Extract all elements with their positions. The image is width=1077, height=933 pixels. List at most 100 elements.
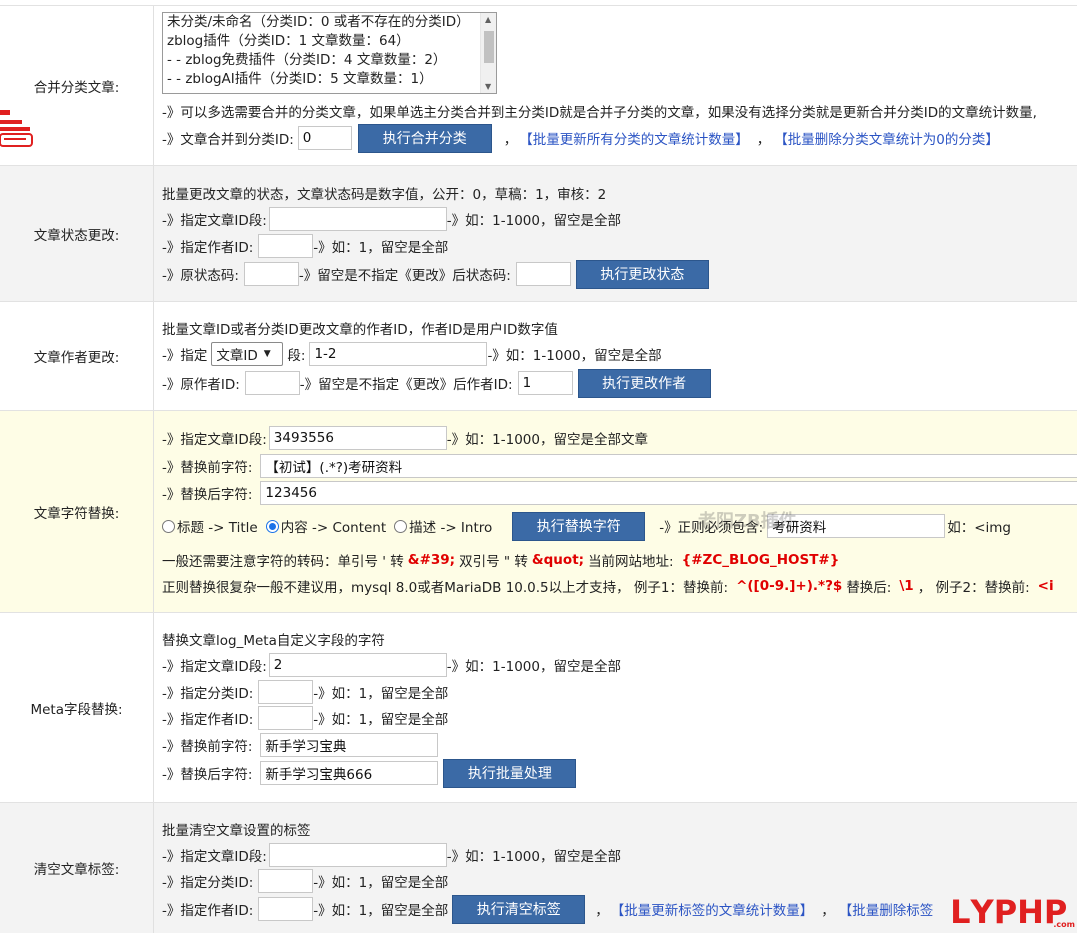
author-scope-label: -》指定 [162,348,208,364]
tags-label: 清空文章标签: [0,803,154,933]
author-scope-value: 文章ID [216,348,258,364]
replace-after-input[interactable] [260,481,1077,505]
meta-after-input[interactable] [260,761,439,785]
meta-id-input[interactable] [268,653,447,677]
regex-example-after: \1 [899,578,914,594]
replace-id-label: -》指定文章ID段: [162,432,267,448]
author-scope-mid: 段: [287,348,306,364]
escape-note-mid: 双引号 " 转 [459,554,528,570]
status-old-input[interactable] [243,262,299,286]
meta-desc: 替换文章log_Meta自定义字段的字符 [162,633,385,649]
category-option[interactable]: zblog插件（分类ID：1 文章数量：64） [163,32,496,51]
meta-category-input[interactable] [258,680,314,704]
clear-tags-button[interactable]: 执行清空标签 [452,894,586,924]
meta-category-label: -》指定分类ID: [162,686,254,702]
regex-example2-before: <i [1037,578,1054,594]
escape-note: 一般还需要注意字符的转码：单引号 ' 转 [162,554,404,570]
radio-intro[interactable] [394,519,408,533]
radio-intro-label[interactable]: 描述 -> Intro [409,516,492,536]
replace-id-hint: -》如：1-1000，留空是全部文章 [446,432,648,448]
meta-category-hint: -》如：1，留空是全部 [313,686,449,702]
new-author-input[interactable] [517,371,573,395]
logo-letter: L [950,893,971,931]
listbox-scrollbar[interactable]: ▲ ▼ [480,13,496,93]
radio-title[interactable] [162,519,175,533]
meta-after-label: -》替换后字符: [162,767,253,783]
category-option[interactable]: 未分类/未命名（分类ID：0 或者不存在的分类ID） [163,13,496,32]
watermark: 老阳ZB插件 [698,511,797,532]
meta-author-input[interactable] [258,706,314,730]
author-range-input[interactable] [309,342,488,366]
meta-label: Meta字段替换: [0,613,154,802]
radio-content[interactable] [265,519,279,533]
tags-category-label: -》指定分类ID: [162,875,254,891]
change-status-button[interactable]: 执行更改状态 [575,259,709,289]
logo-letter: H [1017,893,1044,931]
meta-author-label: -》指定作者ID: [162,712,254,728]
regex-note: 正则替换很复杂一般不建议用，mysql 8.0或者MariaDB 10.0.5以… [162,580,729,596]
merge-section: 合并分类文章: 未分类/未命名（分类ID：0 或者不存在的分类ID） zblog… [0,5,1077,165]
meta-author-hint: -》如：1，留空是全部 [313,712,449,728]
change-author-button[interactable]: 执行更改作者 [577,368,711,398]
tags-author-hint: -》如：1，留空是全部 [313,903,449,919]
old-author-label: -》原作者ID: [162,377,240,393]
meta-id-hint: -》如：1-1000，留空是全部 [446,659,621,675]
status-old-label: -》原状态码: [162,268,239,284]
escape-code-single: &#39; [407,552,456,568]
status-new-input[interactable] [515,262,571,286]
tags-author-label: -》指定作者ID: [162,903,254,919]
tags-desc: 批量清空文章设置的标签 [162,823,311,839]
scrollbar-thumb[interactable] [484,31,494,63]
replace-label: 文章字符替换: [0,411,154,612]
chevron-down-icon: ▼ [263,349,271,359]
merge-target-input[interactable] [297,126,352,150]
author-scope-select[interactable]: 文章ID ▼ [211,342,284,366]
category-option[interactable]: - - zblog免费插件（分类ID：4 文章数量：2） [163,51,496,70]
replace-button[interactable]: 执行替换字符 [512,511,646,541]
replace-after-label: -》替换后字符: [162,487,253,503]
tags-author-input[interactable] [258,897,314,921]
update-tag-count-link[interactable]: 【批量更新标签的文章统计数量】 [611,899,814,919]
old-author-input[interactable] [244,371,300,395]
tags-category-input[interactable] [258,869,314,893]
radio-title-label[interactable]: 标题 -> Title [177,516,258,536]
status-author-input[interactable] [258,234,314,258]
separator: ， [821,903,835,919]
new-author-label: -》留空是不指定《更改》后作者ID: [299,377,513,393]
meta-before-label: -》替换前字符: [162,739,253,755]
delete-tag-link[interactable]: 【批量删除标签 [839,899,934,919]
tags-id-input[interactable] [268,843,447,867]
separator: ， [756,132,771,148]
update-category-count-link[interactable]: 【批量更新所有分类的文章统计数量】 [519,128,749,148]
merge-hint: -》可以多选需要合并的分类文章，如果单选主分类合并到主分类ID就是合并子分类的文… [162,105,1037,121]
status-author-hint: -》如：1，留空是全部 [313,240,449,256]
category-option[interactable]: - - zblogAI插件（分类ID：5 文章数量：1） [163,70,496,89]
logo-letter: Y [970,893,994,931]
author-range-hint: -》如：1-1000，留空是全部 [487,348,662,364]
meta-batch-button[interactable]: 执行批量处理 [443,758,577,788]
replace-before-input[interactable] [260,454,1077,478]
status-author-label: -》指定作者ID: [162,240,254,256]
status-id-range-label: -》指定文章ID段: [162,213,267,229]
radio-content-label[interactable]: 内容 -> Content [281,516,386,536]
delete-empty-category-link[interactable]: 【批量删除分类文章统计为0的分类】 [774,128,999,148]
scroll-up-icon[interactable]: ▲ [485,15,491,24]
merge-button[interactable]: 执行合并分类 [357,123,492,153]
regex-hint: 如：<img [947,520,1011,536]
meta-section: Meta字段替换: 替换文章log_Meta自定义字段的字符 -》指定文章ID段… [0,612,1077,802]
status-id-range-input[interactable] [268,207,447,231]
replace-id-input[interactable] [268,426,447,450]
author-section: 文章作者更改: 批量文章ID或者分类ID更改文章的作者ID，作者ID是用户ID数… [0,301,1077,410]
author-label: 文章作者更改: [0,302,154,410]
status-section: 文章状态更改: 批量更改文章的状态，文章状态码是数字值，公开：0，草稿：1，审核… [0,165,1077,301]
tags-section: 清空文章标签: 批量清空文章设置的标签 -》指定文章ID段: -》如：1-100… [0,802,1077,933]
host-code: {#ZC_BLOG_HOST#} [681,552,840,568]
logo-domain: .com [1053,920,1075,929]
category-listbox[interactable]: 未分类/未命名（分类ID：0 或者不存在的分类ID） zblog插件（分类ID：… [162,12,497,94]
scroll-down-icon[interactable]: ▼ [485,82,491,91]
status-desc: 批量更改文章的状态，文章状态码是数字值，公开：0，草稿：1，审核：2 [162,187,607,203]
host-label: 当前网站地址: [588,554,674,570]
meta-before-input[interactable] [260,733,439,757]
replace-section: 文章字符替换: -》指定文章ID段: -》如：1-1000，留空是全部文章 -》… [0,410,1077,612]
tags-id-hint: -》如：1-1000，留空是全部 [446,849,621,865]
